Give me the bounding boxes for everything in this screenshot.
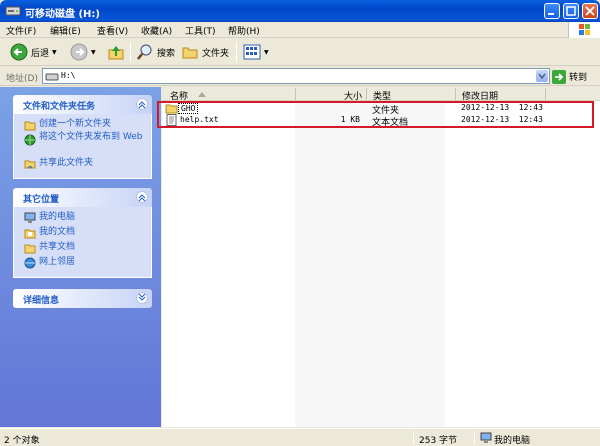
search-icon — [137, 44, 152, 60]
other-places-header[interactable]: 其它位置 — [13, 188, 152, 207]
task-publish-web[interactable]: 将这个文件夹发布到 Web — [14, 133, 151, 157]
title-bar: 可移动磁盘 (H:) — [0, 0, 600, 22]
menu-file[interactable]: 文件(F) — [6, 24, 36, 37]
search-label: 搜索 — [157, 48, 176, 59]
expand-button[interactable] — [136, 292, 148, 304]
file-list: 名称 大小 类型 修改日期 GHO 文件夹 2012-12-13 12:43 h… — [162, 87, 600, 427]
address-dropdown-button[interactable] — [536, 70, 548, 82]
chevron-up-icon — [138, 101, 146, 109]
minimize-icon — [548, 13, 554, 15]
forward-button[interactable]: ▼ — [70, 41, 96, 63]
toolbar: 后退 ▼ ▼ 搜索 文件夹 ▼ — [0, 38, 600, 66]
sort-ascending-icon — [198, 92, 206, 97]
up-folder-button[interactable] — [107, 41, 125, 63]
new-folder-icon — [24, 121, 36, 131]
menu-help[interactable]: 帮助(H) — [228, 24, 260, 37]
menu-favorites[interactable]: 收藏(A) — [141, 24, 172, 37]
go-label: 转到 — [569, 73, 588, 83]
chevron-down-icon — [538, 73, 546, 80]
computer-icon — [24, 212, 36, 223]
file-tasks-header[interactable]: 文件和文件夹任务 — [13, 95, 152, 114]
place-network[interactable]: 网上邻居 — [14, 256, 151, 271]
computer-icon — [480, 432, 492, 443]
file-list-background — [295, 101, 445, 427]
menu-bar: 文件(F) 编辑(E) 查看(V) 收藏(A) 工具(T) 帮助(H) — [0, 22, 600, 38]
shared-folder-icon — [24, 244, 36, 254]
highlight-box — [157, 101, 594, 128]
windows-flag-icon — [579, 24, 590, 35]
chevron-down-icon — [138, 293, 146, 301]
close-button[interactable] — [582, 3, 598, 19]
chevron-up-icon — [138, 194, 146, 202]
file-tasks-panel: 文件和文件夹任务 创建一个新文件夹 将这个文件夹发布到 Web 共享此文件夹 — [13, 95, 152, 179]
menu-edit[interactable]: 编辑(E) — [50, 24, 81, 37]
column-header-row: 名称 大小 类型 修改日期 — [162, 87, 600, 102]
minimize-button[interactable] — [544, 3, 560, 19]
menu-tools[interactable]: 工具(T) — [185, 24, 216, 37]
task-share-folder[interactable]: 共享此文件夹 — [14, 157, 151, 172]
status-object-count: 2 个对象 — [4, 436, 40, 446]
menu-view[interactable]: 查看(V) — [97, 24, 128, 37]
maximize-button[interactable] — [563, 3, 579, 19]
back-label: 后退 — [31, 48, 50, 59]
back-arrow-icon — [10, 43, 28, 61]
status-bar: 2 个对象 253 字节 我的电脑 — [0, 428, 600, 446]
search-button[interactable]: 搜索 — [136, 41, 175, 63]
back-button[interactable]: 后退 ▼ — [10, 41, 57, 63]
views-icon — [243, 44, 261, 60]
address-input[interactable]: H:\ — [42, 68, 550, 84]
place-shared-documents[interactable]: 共享文档 — [14, 241, 151, 256]
collapse-button[interactable] — [136, 98, 148, 110]
forward-dropdown-icon[interactable]: ▼ — [91, 49, 96, 56]
go-arrow-icon — [552, 69, 566, 84]
place-my-computer[interactable]: 我的电脑 — [14, 211, 151, 226]
place-my-documents[interactable]: 我的文档 — [14, 226, 151, 241]
close-icon — [585, 6, 595, 16]
share-folder-icon — [24, 160, 36, 169]
status-location: 我的电脑 — [494, 436, 531, 446]
details-panel: 详细信息 — [13, 289, 152, 308]
views-dropdown-icon[interactable]: ▼ — [264, 49, 269, 56]
up-folder-icon — [108, 46, 124, 60]
status-size: 253 字节 — [419, 436, 458, 446]
file-tasks-title: 文件和文件夹任务 — [23, 102, 96, 112]
address-label: 地址(D) — [6, 74, 38, 84]
views-button[interactable]: ▼ — [243, 41, 269, 63]
windows-logo — [568, 22, 600, 38]
task-pane: 文件和文件夹任务 创建一个新文件夹 将这个文件夹发布到 Web 共享此文件夹 其… — [0, 87, 161, 427]
details-header[interactable]: 详细信息 — [13, 289, 152, 308]
details-title: 详细信息 — [23, 296, 60, 306]
network-icon — [24, 257, 36, 269]
toolbar-separator — [130, 42, 131, 62]
folders-button[interactable]: 文件夹 — [181, 41, 229, 63]
window-title: 可移动磁盘 (H:) — [25, 9, 100, 20]
folders-icon — [182, 47, 198, 59]
back-dropdown-icon[interactable]: ▼ — [52, 49, 57, 56]
globe-icon — [24, 134, 36, 146]
address-bar: 地址(D) H:\ 转到 — [0, 67, 600, 86]
collapse-button[interactable] — [136, 191, 148, 203]
other-places-title: 其它位置 — [23, 195, 60, 205]
other-places-panel: 其它位置 我的电脑 我的文档 共享文档 网上邻居 — [13, 188, 152, 278]
go-button[interactable]: 转到 — [552, 69, 596, 84]
removable-drive-icon — [5, 6, 21, 16]
documents-folder-icon — [24, 229, 36, 239]
folders-label: 文件夹 — [202, 48, 230, 59]
drive-icon — [45, 73, 59, 81]
address-value: H:\ — [61, 71, 76, 80]
task-new-folder[interactable]: 创建一个新文件夹 — [14, 118, 151, 133]
toolbar-separator — [236, 42, 237, 62]
forward-arrow-icon — [70, 43, 88, 61]
maximize-icon — [566, 6, 576, 16]
